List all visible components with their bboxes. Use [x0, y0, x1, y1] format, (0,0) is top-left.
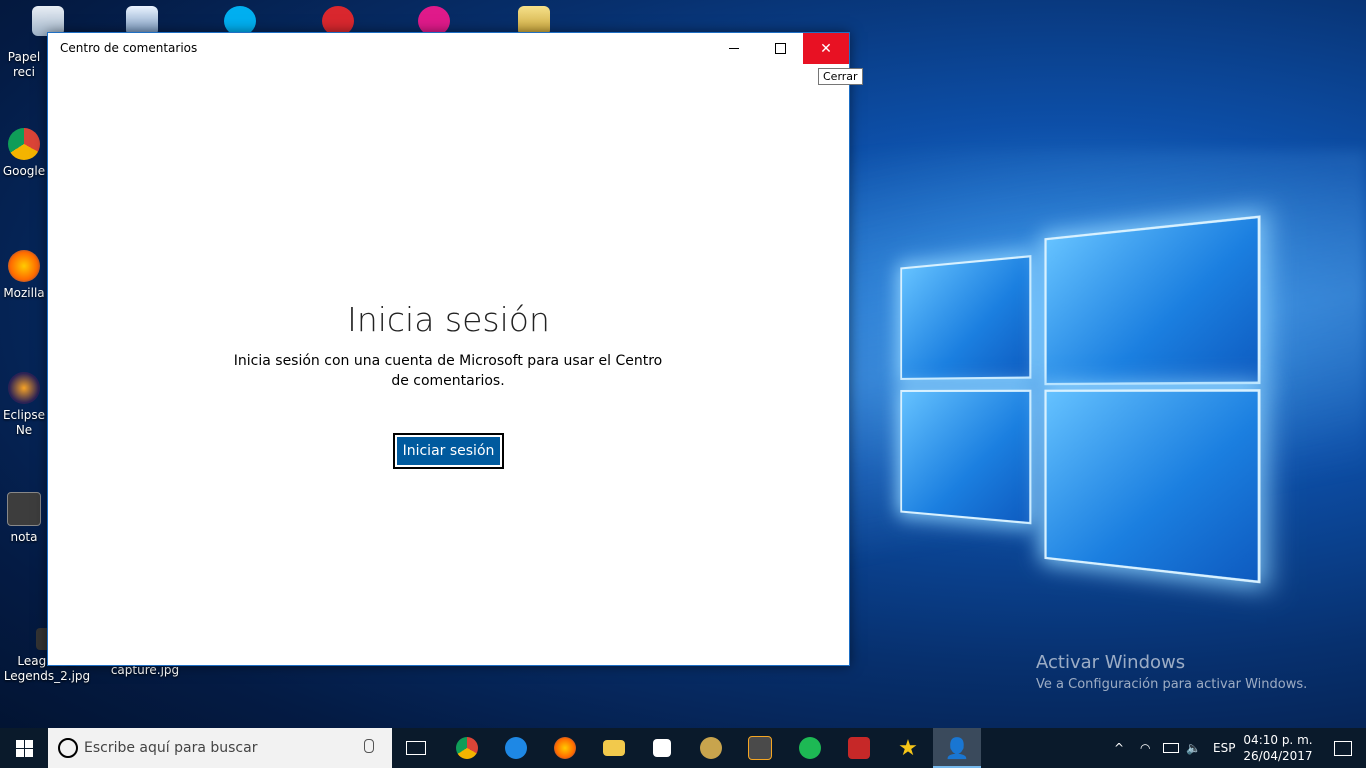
desktop-icon-mozilla[interactable]: Mozilla: [0, 250, 48, 301]
signin-description: Inicia sesión con una cuenta de Microsof…: [228, 351, 668, 391]
taskbar-star-app[interactable]: ★: [884, 728, 932, 768]
maximize-icon: [775, 43, 786, 54]
firefox-icon: [554, 737, 576, 759]
show-hidden-icons-button[interactable]: ^: [1114, 728, 1130, 768]
desktop-icon-nota[interactable]: nota: [0, 492, 48, 545]
desktop-icon-label: Eclipse Ne: [3, 408, 45, 437]
windows-logo-icon: [16, 740, 33, 757]
signin-button[interactable]: Iniciar sesión: [393, 433, 504, 469]
spotify-icon: [799, 737, 821, 759]
clock-date: 26/04/2017: [1242, 748, 1314, 764]
action-center-button[interactable]: [1320, 728, 1366, 768]
eclipse-icon: [8, 372, 40, 404]
microphone-icon[interactable]: [364, 739, 374, 753]
network-icon[interactable]: ◠: [1140, 728, 1156, 768]
signin-heading: Inicia sesión: [48, 300, 849, 339]
desktop-icon-label: Papel reci: [8, 50, 40, 79]
feedback-hub-window: Centro de comentarios ✕ Inicia sesión In…: [47, 32, 850, 666]
maximize-button[interactable]: [757, 33, 803, 64]
taskbar-clock[interactable]: 04:10 p. m. 26/04/2017: [1242, 732, 1314, 764]
store-icon: [653, 739, 671, 757]
firefox-icon: [8, 250, 40, 282]
window-titlebar[interactable]: Centro de comentarios ✕: [48, 33, 849, 64]
notification-icon: [1334, 741, 1352, 756]
clock-time: 04:10 p. m.: [1242, 732, 1314, 748]
taskbar-file-explorer[interactable]: [590, 728, 638, 768]
volume-icon[interactable]: 🔈: [1186, 728, 1204, 768]
taskbar: Escribe aquí para buscar ★ 👤 ^ ◠ 🔈 ESP 0…: [0, 728, 1366, 768]
chevron-up-icon: ^: [1114, 741, 1124, 755]
taskbar-sublime[interactable]: [736, 728, 784, 768]
cortana-icon: [58, 738, 78, 758]
taskbar-chrome[interactable]: [443, 728, 491, 768]
taskbar-spotify[interactable]: [786, 728, 834, 768]
feedback-hub-icon: 👤: [945, 736, 970, 760]
chrome-icon: [8, 128, 40, 160]
sublime-icon: [748, 736, 772, 760]
edge-icon: [505, 737, 527, 759]
start-button[interactable]: [0, 728, 48, 768]
taskbar-store[interactable]: [638, 728, 686, 768]
task-view-icon: [406, 741, 426, 755]
search-placeholder: Escribe aquí para buscar: [84, 740, 257, 756]
minimize-icon: [729, 48, 739, 49]
desktop-icon-label: Mozilla: [3, 286, 44, 300]
windows-logo-wallpaper: [895, 181, 1269, 605]
taskbar-league[interactable]: [687, 728, 735, 768]
desktop-icon-label: nota: [10, 530, 37, 544]
battery-icon[interactable]: [1163, 728, 1181, 768]
close-icon: ✕: [820, 41, 832, 57]
v-app-icon: [848, 737, 870, 759]
taskbar-v-app[interactable]: [835, 728, 883, 768]
desktop-icon-eclipse[interactable]: Eclipse Ne: [0, 372, 48, 438]
minimize-button[interactable]: [711, 33, 757, 64]
desktop-icon-label: Google: [3, 164, 45, 178]
desktop-icon-google[interactable]: Google: [0, 128, 48, 179]
window-title: Centro de comentarios: [60, 41, 197, 55]
sublime-icon: [7, 492, 41, 526]
task-view-button[interactable]: [392, 728, 440, 768]
activation-watermark-title: Activar Windows: [1036, 652, 1185, 673]
taskbar-firefox[interactable]: [541, 728, 589, 768]
league-icon: [700, 737, 722, 759]
chrome-icon: [456, 737, 478, 759]
taskbar-search-box[interactable]: Escribe aquí para buscar: [48, 728, 392, 768]
taskbar-feedback-hub[interactable]: 👤: [933, 728, 981, 768]
star-icon: ★: [898, 736, 918, 761]
window-content: Inicia sesión Inicia sesión con una cuen…: [48, 64, 849, 665]
activation-watermark-subtitle: Ve a Configuración para activar Windows.: [1036, 677, 1307, 692]
desktop-icon-recycle-bin[interactable]: Papel reci: [0, 50, 48, 80]
taskbar-edge[interactable]: [492, 728, 540, 768]
language-indicator[interactable]: ESP: [1213, 728, 1235, 768]
folder-icon: [603, 740, 625, 756]
close-tooltip: Cerrar: [818, 68, 863, 85]
close-button[interactable]: ✕: [803, 33, 849, 64]
